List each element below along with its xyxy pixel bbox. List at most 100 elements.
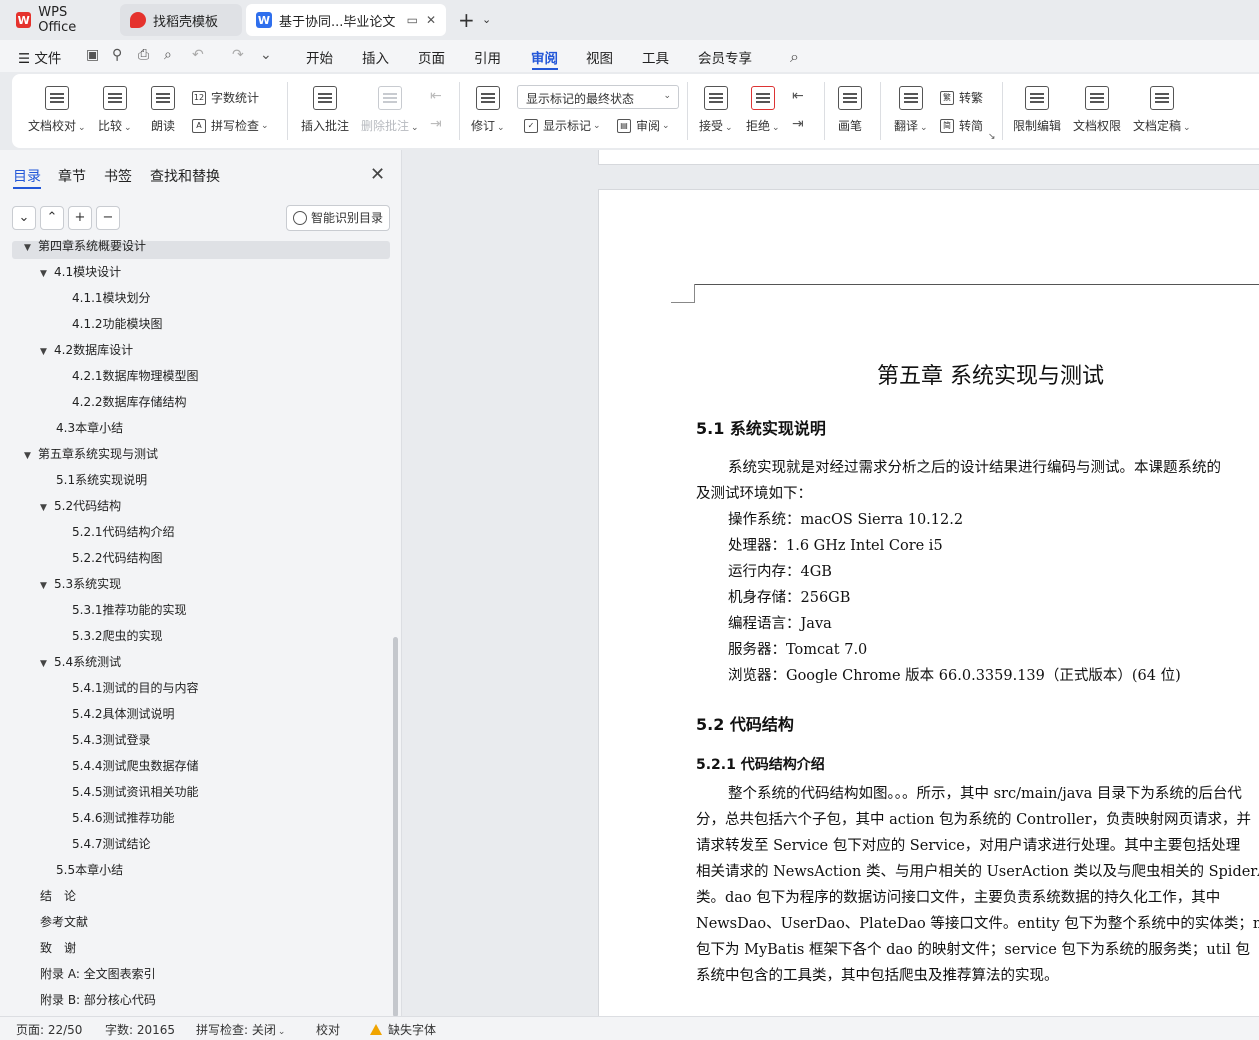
doc-proofread-button[interactable]: 文档校对 ⌄: [28, 86, 86, 134]
track-changes-button[interactable]: 修订 ⌄: [471, 86, 505, 134]
proofread-indicator[interactable]: 校对: [316, 1021, 340, 1038]
tab-find-replace[interactable]: 查找和替换: [150, 166, 220, 186]
restrict-edit-button[interactable]: 限制编辑: [1013, 86, 1061, 134]
show-markup-button[interactable]: ✓ 显示标记 ⌄: [524, 117, 601, 134]
review-pane-button[interactable]: ▤ 审阅 ⌄: [617, 117, 670, 134]
toc-item[interactable]: 5.4.2具体测试说明: [72, 703, 175, 725]
caret-down-icon[interactable]: ▼: [40, 653, 54, 675]
toc-item[interactable]: 参考文献: [40, 911, 88, 933]
accept-button[interactable]: 接受 ⌄: [699, 86, 733, 134]
undo-icon[interactable]: ↶: [192, 47, 204, 63]
print-icon[interactable]: ⎙: [138, 47, 149, 63]
caret-down-icon[interactable]: ▼: [24, 445, 38, 467]
toc-item[interactable]: 附录 B: 部分核心代码: [40, 989, 156, 1011]
toc-item[interactable]: 5.4.1测试的目的与内容: [72, 677, 199, 699]
tab-document[interactable]: W 基于协同...毕业论文 ▭ ✕: [246, 4, 446, 36]
add-heading-button[interactable]: +: [68, 206, 92, 230]
delete-comment-button[interactable]: 删除批注 ⌄: [361, 86, 419, 134]
toc-item[interactable]: ▼ 5.2代码结构: [40, 495, 121, 517]
reject-button[interactable]: 拒绝 ⌄: [746, 86, 780, 134]
toc-item[interactable]: 5.2.1代码结构介绍: [72, 521, 175, 543]
window-mode-icon[interactable]: ▭: [407, 13, 418, 27]
spell-check-button[interactable]: A 拼写检查 ⌄: [192, 117, 269, 134]
chevron-down-icon[interactable]: ⌄: [482, 13, 491, 26]
toc-item[interactable]: 5.4.4测试爬虫数据存储: [72, 755, 199, 777]
markup-state-select[interactable]: 显示标记的最终状态 ⌄: [517, 85, 679, 109]
read-aloud-button[interactable]: 朗读: [151, 86, 175, 134]
file-menu[interactable]: ☰ 文件: [18, 47, 61, 67]
caret-down-icon[interactable]: ▼: [40, 575, 54, 597]
menu-insert[interactable]: 插入: [362, 47, 389, 67]
doc-permission-button[interactable]: 文档权限: [1073, 86, 1121, 134]
previous-change-icon[interactable]: ⇤: [792, 88, 804, 104]
doc-finalize-button[interactable]: 文档定稿 ⌄: [1133, 86, 1191, 134]
toc-item[interactable]: 5.4.3测试登录: [72, 729, 151, 751]
search-icon[interactable]: ⌕: [790, 47, 799, 67]
caret-down-icon[interactable]: ▼: [40, 263, 54, 285]
caret-down-icon[interactable]: ▼: [40, 497, 54, 519]
translate-button[interactable]: 翻译 ⌄: [894, 86, 928, 134]
caret-down-icon[interactable]: ▼: [40, 341, 54, 363]
compare-button[interactable]: 比较 ⌄: [98, 86, 132, 134]
print-preview-icon[interactable]: ⌕: [164, 47, 172, 63]
toc-item[interactable]: 5.5本章小结: [56, 859, 123, 881]
close-icon[interactable]: ✕: [370, 164, 385, 185]
toc-item[interactable]: 5.4.5测试资讯相关功能: [72, 781, 199, 803]
toc-item[interactable]: ▼ 4.1模块设计: [40, 261, 121, 283]
tab-bookmarks[interactable]: 书签: [104, 166, 132, 186]
toc-item[interactable]: 5.1系统实现说明: [56, 469, 147, 491]
toc-item[interactable]: 5.2.2代码结构图: [72, 547, 163, 569]
toc-item[interactable]: 4.2.1数据库物理模型图: [72, 365, 199, 387]
tab-templates[interactable]: 找稻壳模板: [120, 4, 242, 36]
save-icon[interactable]: ▣: [86, 47, 99, 63]
next-comment-icon[interactable]: ⇥: [430, 116, 442, 132]
menu-membership[interactable]: 会员专享: [698, 47, 752, 67]
document-area[interactable]: 第五章 系统实现与测试 5.1 系统实现说明 系统实现就是对经过需求分析之后的设…: [403, 150, 1259, 1016]
pen-button[interactable]: 画笔: [838, 86, 862, 134]
dialog-launcher-icon[interactable]: ↘: [988, 132, 996, 142]
chevron-down-icon[interactable]: ⌄: [260, 47, 272, 63]
toc-item[interactable]: ▼ 4.2数据库设计: [40, 339, 133, 361]
page-indicator[interactable]: 页面: 22/50: [16, 1021, 82, 1038]
toc-item[interactable]: 4.1.1模块划分: [72, 287, 151, 309]
toc-item[interactable]: ▼ 5.4系统测试: [40, 651, 121, 673]
word-count-button[interactable]: 12 字数统计: [192, 89, 259, 106]
toc-item[interactable]: 4.1.2功能模块图: [72, 313, 163, 335]
remove-heading-button[interactable]: −: [96, 206, 120, 230]
menu-references[interactable]: 引用: [474, 47, 501, 67]
toc-item[interactable]: 附录 A: 全文图表索引: [40, 963, 156, 985]
toc-item[interactable]: 5.4.6测试推荐功能: [72, 807, 175, 829]
expand-down-button[interactable]: ⌄: [12, 206, 36, 230]
new-tab-icon[interactable]: +: [458, 10, 475, 30]
insert-comment-button[interactable]: 插入批注: [301, 86, 349, 134]
toc-item[interactable]: 5.4.7测试结论: [72, 833, 151, 855]
toc-item[interactable]: ▼ 第四章系统概要设计: [24, 235, 146, 257]
next-change-icon[interactable]: ⇥: [792, 116, 804, 132]
spell-check-indicator[interactable]: 拼写检查: 关闭 ⌄: [196, 1021, 285, 1038]
toc-item[interactable]: 结 论: [40, 885, 76, 907]
tab-toc[interactable]: 目录: [13, 166, 41, 186]
previous-comment-icon[interactable]: ⇤: [430, 88, 442, 104]
word-count-indicator[interactable]: 字数: 20165: [105, 1021, 175, 1038]
tab-sections[interactable]: 章节: [58, 166, 86, 186]
menu-tools[interactable]: 工具: [642, 47, 669, 67]
toc-item[interactable]: 5.3.2爬虫的实现: [72, 625, 163, 647]
menu-home[interactable]: 开始: [306, 47, 333, 67]
toc-item[interactable]: 4.2.2数据库存储结构: [72, 391, 187, 413]
toc-item[interactable]: ▼ 第五章系统实现与测试: [24, 443, 158, 465]
link-icon[interactable]: ⚲: [112, 47, 122, 63]
to-simplified-button[interactable]: 简转简: [940, 117, 983, 134]
document-page[interactable]: 第五章 系统实现与测试 5.1 系统实现说明 系统实现就是对经过需求分析之后的设…: [598, 189, 1259, 1016]
menu-review[interactable]: 审阅: [531, 47, 558, 67]
toc-item[interactable]: ▼ 5.3系统实现: [40, 573, 121, 595]
caret-down-icon[interactable]: ▼: [24, 237, 38, 259]
menu-page[interactable]: 页面: [418, 47, 445, 67]
smart-toc-button[interactable]: 智能识别目录: [286, 205, 390, 231]
menu-view[interactable]: 视图: [586, 47, 613, 67]
to-traditional-button[interactable]: 繁转繁: [940, 89, 983, 106]
toc-item[interactable]: 4.3本章小结: [56, 417, 123, 439]
redo-icon[interactable]: ↷: [232, 47, 244, 63]
scrollbar[interactable]: [393, 637, 398, 1016]
toc-item[interactable]: 5.3.1推荐功能的实现: [72, 599, 187, 621]
toc-item[interactable]: 致 谢: [40, 937, 76, 959]
